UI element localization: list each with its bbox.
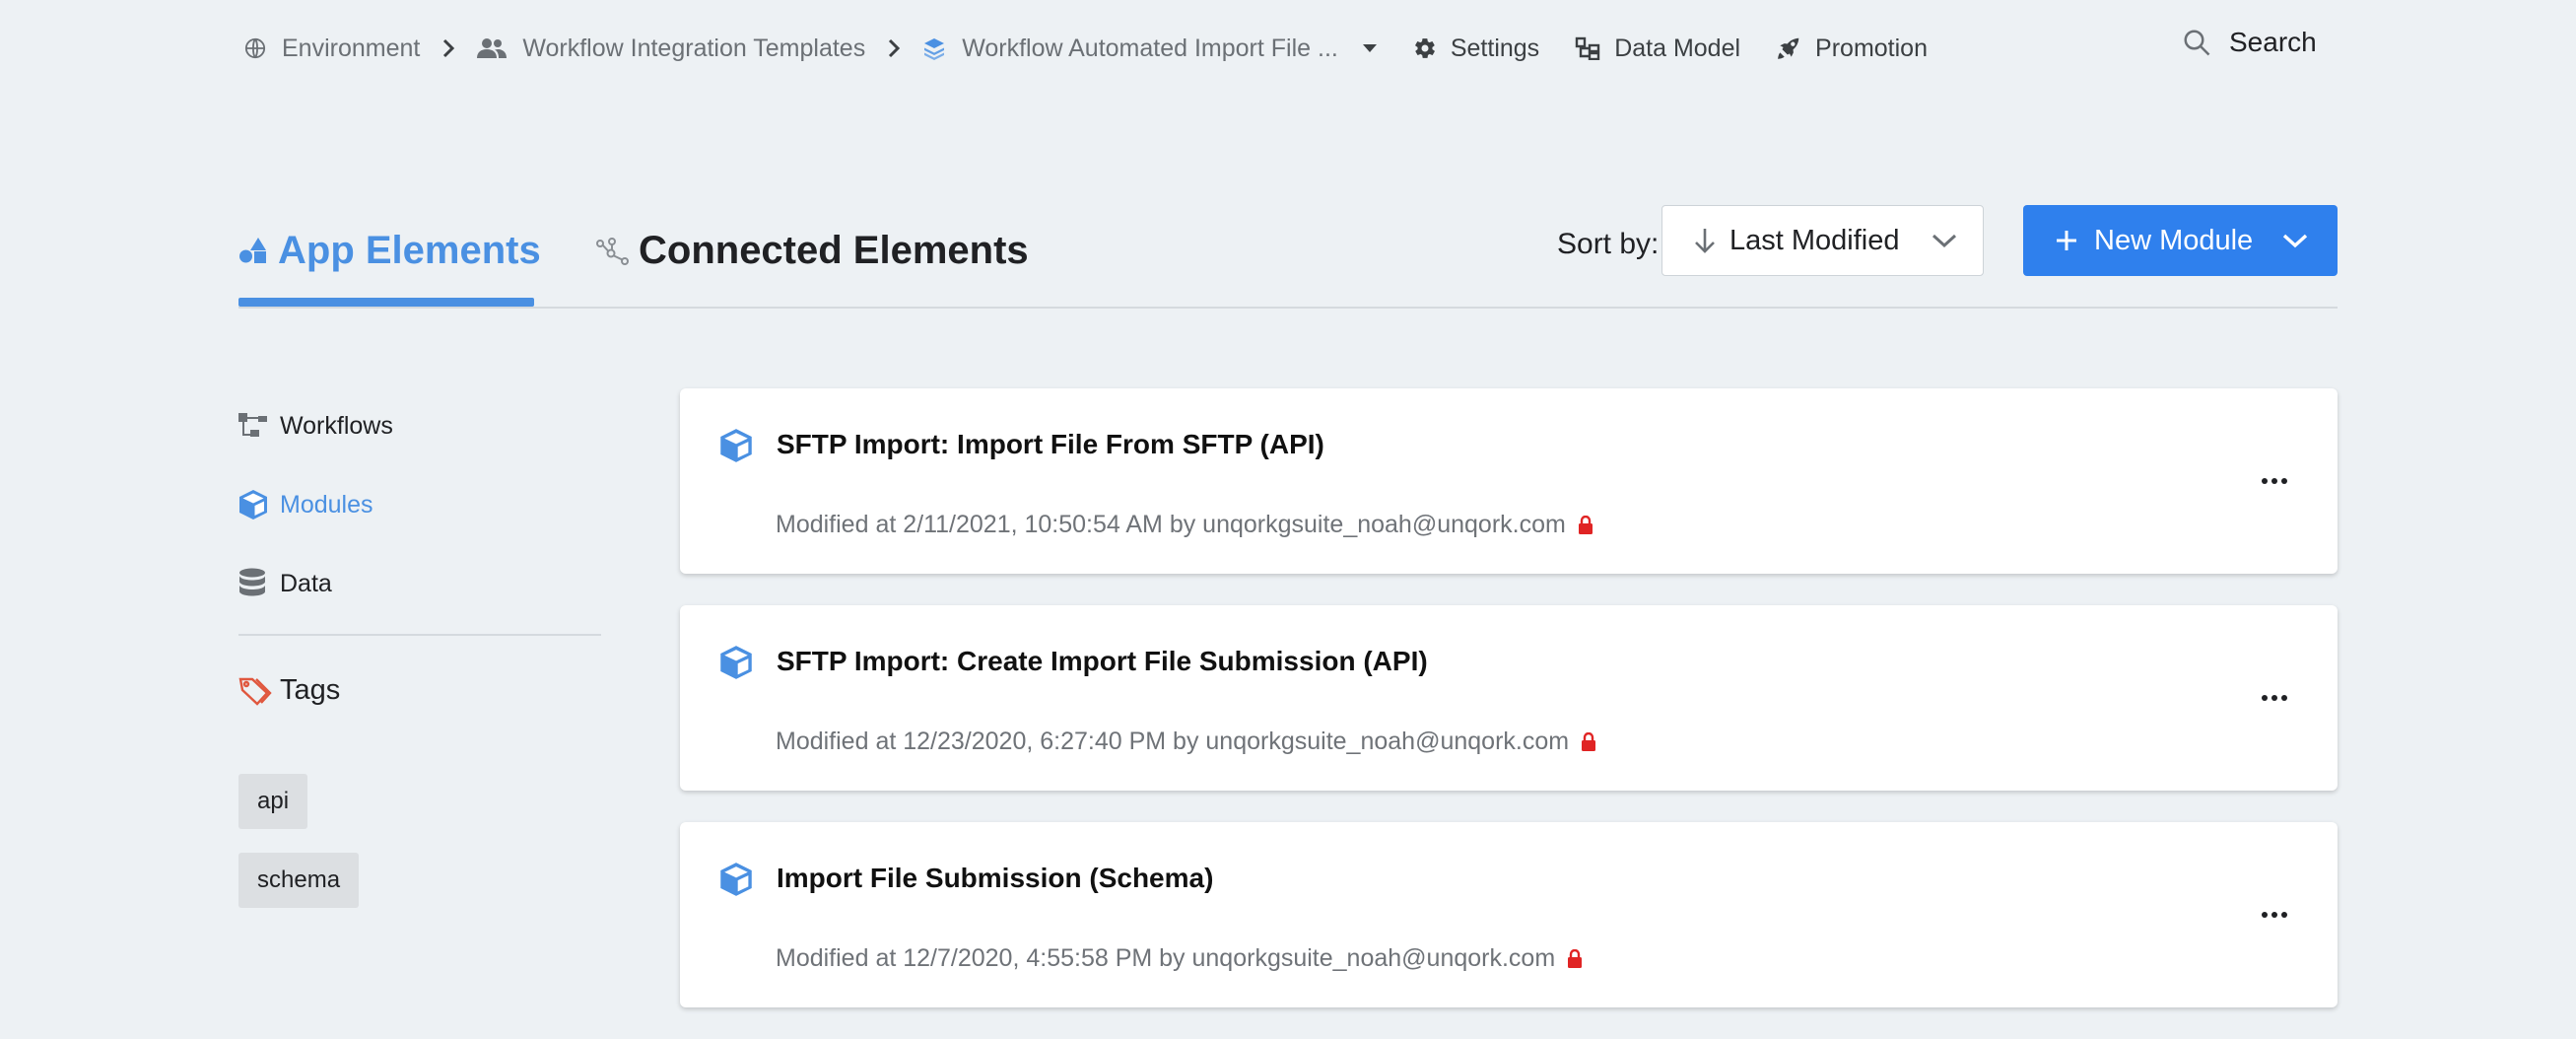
cube-icon [719,862,753,897]
breadcrumb-workspace[interactable]: Workflow Integration Templates [477,35,865,63]
search-button[interactable]: Search [2182,22,2317,63]
chevron-down-icon [1932,233,1957,248]
module-list: SFTP Import: Import File From SFTP (API)… [680,388,2338,1039]
sidebar-item-label: Workflows [280,411,393,440]
sidebar-item-workflows[interactable]: Workflows [238,404,601,448]
breadcrumb-environment[interactable]: Environment [244,35,420,63]
data-model-label: Data Model [1614,34,1741,62]
tag-api[interactable]: api [238,774,308,829]
data-model-link[interactable]: Data Model [1575,35,1740,63]
tags-heading-label: Tags [280,674,341,706]
network-icon [595,236,629,265]
database-icon [238,568,272,599]
search-icon [2182,28,2211,57]
lock-icon [1578,515,1593,535]
new-module-label: New Module [2094,224,2254,256]
sort-value: Last Modified [1729,224,1900,256]
sidebar-divider [238,634,601,636]
module-modified-text: Modified at 12/23/2020, 6:27:40 PM by un… [776,727,1570,755]
lock-icon [1567,948,1583,969]
tab-connected-elements-label: Connected Elements [639,228,1029,272]
module-card[interactable]: SFTP Import: Create Import File Submissi… [680,605,2338,791]
shapes-icon [238,236,268,265]
gear-icon [1413,36,1437,60]
sort-select[interactable]: Last Modified [1661,205,1984,276]
breadcrumb-app[interactable]: Workflow Automated Import File ... [922,35,1378,63]
module-modified-text: Modified at 12/7/2020, 4:55:58 PM by unq… [776,944,1556,972]
more-options-icon[interactable] [2255,467,2294,495]
sort-label: Sort by: [1557,228,1660,260]
chevron-down-icon[interactable] [2282,233,2308,248]
rocket-icon [1776,35,1801,61]
sidebar-item-label: Modules [280,490,373,519]
data-model-icon [1575,36,1600,60]
cube-icon [719,645,753,680]
users-icon [477,37,508,59]
cube-icon [719,428,753,463]
layers-icon [922,36,946,60]
breadcrumb-app-label: Workflow Automated Import File ... [962,34,1338,62]
module-meta: Modified at 12/23/2020, 6:27:40 PM by un… [776,727,1596,756]
module-title[interactable]: SFTP Import: Import File From SFTP (API) [777,429,1324,460]
tab-app-elements-label: App Elements [278,228,541,272]
lock-icon [1581,731,1596,752]
workflow-icon [238,413,272,439]
arrow-down-icon [1694,227,1716,254]
caret-down-icon[interactable] [1362,43,1378,53]
sidebar-item-label: Data [280,569,332,597]
breadcrumb-environment-label: Environment [282,34,421,62]
tags-heading: Tags [238,674,340,707]
tab-connected-elements[interactable]: Connected Elements [595,201,1029,300]
breadcrumb-workspace-label: Workflow Integration Templates [522,34,866,62]
module-meta: Modified at 2/11/2021, 10:50:54 AM by un… [776,511,1593,539]
sidebar-item-data[interactable]: Data [238,562,601,605]
settings-link[interactable]: Settings [1413,35,1539,63]
cube-icon [238,489,272,520]
globe-icon [244,37,266,59]
sidebar-item-modules[interactable]: Modules [238,483,601,526]
promotion-label: Promotion [1815,34,1928,62]
promotion-link[interactable]: Promotion [1776,35,1928,63]
chevron-right-icon [441,37,455,59]
breadcrumb: Environment Workflow Integration Templat… [244,26,1928,71]
module-title[interactable]: SFTP Import: Create Import File Submissi… [777,646,1428,677]
settings-label: Settings [1450,34,1540,62]
plus-icon [2055,229,2078,252]
element-type-nav: Workflows Modules Data [238,404,601,641]
tabs-divider [238,307,2338,309]
module-card[interactable]: Import File Submission (Schema) Modified… [680,822,2338,1007]
tag-icon [238,676,272,706]
chevron-right-icon [887,37,901,59]
module-card[interactable]: SFTP Import: Import File From SFTP (API)… [680,388,2338,574]
tab-app-elements[interactable]: App Elements [238,201,541,300]
tag-schema[interactable]: schema [238,853,360,908]
new-module-button[interactable]: New Module [2023,205,2338,276]
module-modified-text: Modified at 2/11/2021, 10:50:54 AM by un… [776,511,1566,538]
search-label: Search [2229,27,2317,57]
module-meta: Modified at 12/7/2020, 4:55:58 PM by unq… [776,944,1583,973]
more-options-icon[interactable] [2255,684,2294,712]
active-tab-indicator [238,298,534,307]
more-options-icon[interactable] [2255,901,2294,929]
module-title[interactable]: Import File Submission (Schema) [777,863,1213,894]
